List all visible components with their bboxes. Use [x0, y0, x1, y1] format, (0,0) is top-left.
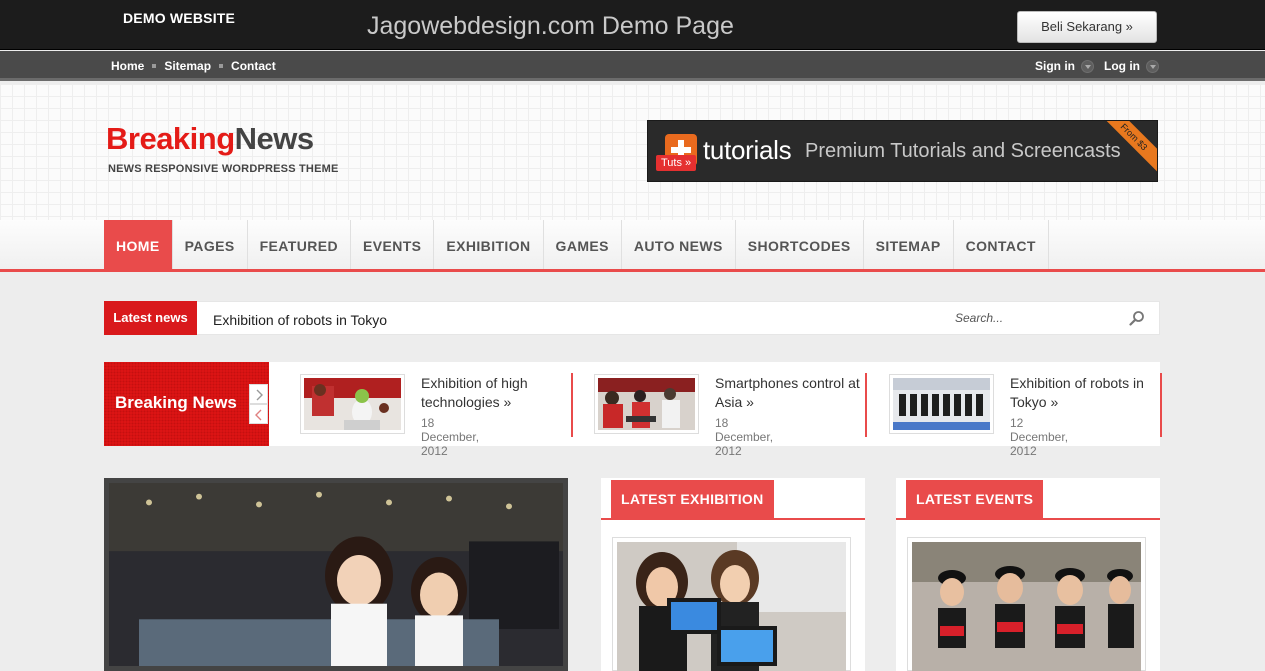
site-header: BreakingNews NEWS RESPONSIVE WORDPRESS T…: [0, 84, 1265, 220]
top-link-contact[interactable]: Contact: [231, 59, 276, 73]
banner-text: Premium Tutorials and Screencasts: [805, 140, 1121, 162]
panel-image[interactable]: [612, 537, 851, 671]
breaking-item-thumbnail[interactable]: [594, 374, 699, 434]
main-nav-list: HOME PAGES FEATURED EVENTS EXHIBITION GA…: [104, 220, 1049, 269]
top-nav: Home Sitemap Contact Sign in Log in: [0, 51, 1265, 81]
featured-slider-image[interactable]: [104, 478, 568, 671]
nav-item-shortcodes[interactable]: SHORTCODES: [736, 220, 864, 269]
galaxy-tab-exhibition-photo: [617, 542, 846, 671]
latest-exhibition-panel: LATEST EXHIBITION: [601, 478, 865, 671]
breaking-item-title[interactable]: Exhibition of high technologies »: [421, 374, 566, 412]
item-divider: [865, 373, 867, 437]
latest-events-panel: LATEST EVENTS: [896, 478, 1160, 671]
top-link-sitemap[interactable]: Sitemap: [164, 59, 211, 73]
breaking-item-thumbnail[interactable]: [300, 374, 405, 434]
tuts-tag: Tuts »: [656, 155, 697, 171]
breaking-item-title[interactable]: Exhibition of robots in Tokyo »: [1010, 374, 1155, 412]
demo-page-title: Jagowebdesign.com Demo Page: [367, 12, 734, 40]
breaking-item-date: 18 December, 2012: [421, 416, 480, 458]
separator-icon: [152, 64, 157, 68]
auth-links: Sign in Log in: [1035, 59, 1159, 73]
search-input[interactable]: [955, 305, 1125, 331]
samsung-exhibition-photo: [109, 483, 563, 666]
next-arrow-button[interactable]: [249, 384, 268, 404]
breaking-item-date: 18 December, 2012: [715, 416, 774, 458]
breaking-news-strip: Breaking News Exhibition of high technol…: [104, 362, 1162, 458]
main-nav: HOME PAGES FEATURED EVENTS EXHIBITION GA…: [0, 220, 1265, 272]
panel-image[interactable]: [907, 537, 1146, 671]
nav-item-exhibition[interactable]: EXHIBITION: [434, 220, 544, 269]
prev-arrow-button[interactable]: [249, 404, 268, 424]
top-links: Home Sitemap Contact: [111, 59, 276, 73]
breaking-item-date: 12 December, 2012: [1010, 416, 1069, 458]
ticker-headline[interactable]: Exhibition of robots in Tokyo: [213, 312, 387, 328]
robots-tokyo-image: [893, 378, 990, 430]
site-logo[interactable]: BreakingNews: [106, 121, 314, 157]
nav-item-contact[interactable]: CONTACT: [954, 220, 1049, 269]
nav-item-games[interactable]: GAMES: [544, 220, 622, 269]
banner-brand: tutorials: [703, 135, 792, 165]
tuts-banner-ad[interactable]: Tuts » tutorials Premium Tutorials and S…: [647, 120, 1158, 182]
breaking-news-box: Breaking News: [104, 362, 269, 446]
chevron-left-icon: [255, 409, 262, 421]
nav-item-sitemap[interactable]: SITEMAP: [864, 220, 954, 269]
logo-part-news: News: [234, 121, 314, 156]
nav-item-pages[interactable]: PAGES: [173, 220, 248, 269]
sign-in-label: Sign in: [1035, 59, 1075, 73]
top-link-home[interactable]: Home: [111, 59, 144, 73]
panel-title[interactable]: LATEST EXHIBITION: [611, 480, 774, 518]
chevron-down-icon: [1146, 59, 1159, 73]
chevron-down-icon: [1081, 59, 1094, 73]
separator-icon: [219, 64, 224, 68]
chevron-right-icon: [256, 389, 263, 401]
panel-header: LATEST EXHIBITION: [601, 478, 865, 520]
latest-news-label: Latest news: [104, 301, 197, 335]
nav-item-featured[interactable]: FEATURED: [248, 220, 351, 269]
nav-item-home[interactable]: HOME: [104, 220, 173, 269]
logo-part-breaking: Breaking: [106, 121, 235, 156]
grid-girls-event-photo: [912, 542, 1141, 671]
demo-label: DEMO WEBSITE: [123, 10, 236, 26]
log-in-dropdown[interactable]: Log in: [1104, 59, 1159, 73]
sign-in-dropdown[interactable]: Sign in: [1035, 59, 1094, 73]
log-in-label: Log in: [1104, 59, 1140, 73]
nav-item-auto-news[interactable]: AUTO NEWS: [622, 220, 736, 269]
site-tagline: NEWS RESPONSIVE WORDPRESS THEME: [108, 163, 339, 175]
robot-exhibition-image: [304, 378, 401, 430]
item-divider: [571, 373, 573, 437]
panel-title[interactable]: LATEST EVENTS: [906, 480, 1044, 518]
search-icon[interactable]: [1129, 310, 1145, 326]
breaking-item-thumbnail[interactable]: [889, 374, 994, 434]
buy-now-button[interactable]: Beli Sekarang »: [1017, 11, 1157, 43]
nav-item-events[interactable]: EVENTS: [351, 220, 435, 269]
breaking-item-title[interactable]: Smartphones control at Asia »: [715, 374, 860, 412]
news-ticker: Latest news Exhibition of robots in Toky…: [104, 301, 1160, 335]
item-divider: [1160, 373, 1162, 437]
demo-bar: DEMO WEBSITE Jagowebdesign.com Demo Page…: [0, 0, 1265, 50]
breaking-news-title: Breaking News: [115, 393, 237, 412]
smartphones-image: [598, 378, 695, 430]
panel-header: LATEST EVENTS: [896, 478, 1160, 520]
